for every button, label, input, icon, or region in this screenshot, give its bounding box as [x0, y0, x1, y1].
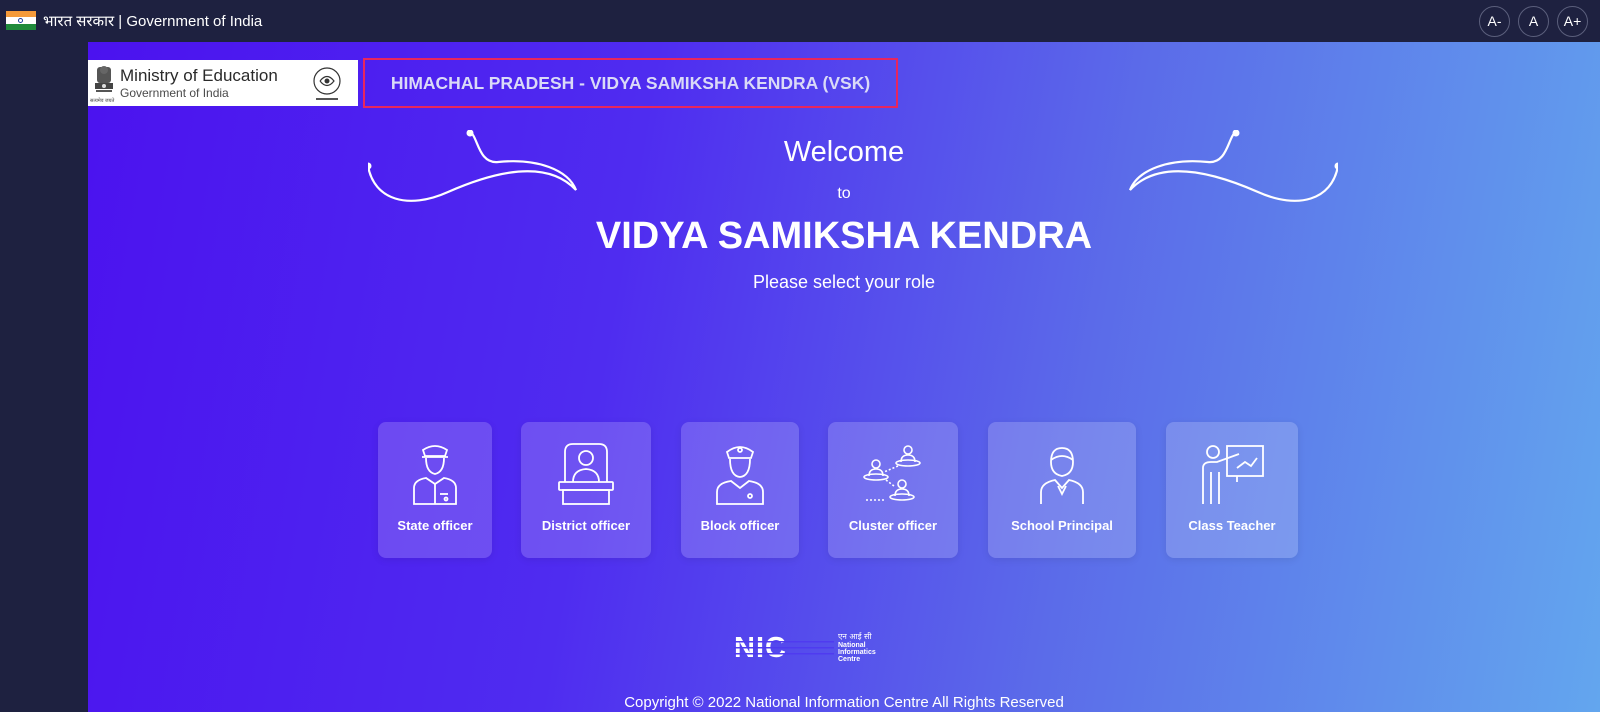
svg-text:National: National: [838, 642, 866, 649]
role-label: Block officer: [700, 518, 780, 533]
role-card-district-officer[interactable]: District officer: [521, 422, 651, 558]
emblem-caption: सत्यमेव जयते: [90, 98, 115, 104]
role-label: District officer: [541, 518, 631, 533]
role-label: Class Teacher: [1188, 518, 1276, 533]
role-label: School Principal: [1011, 518, 1113, 533]
vsk-title: VIDYA SAMIKSHA KENDRA: [595, 215, 1093, 257]
role-label: Cluster officer: [848, 518, 938, 533]
ministry-title: Ministry of Education: [120, 66, 278, 85]
state-vsk-title: HIMACHAL PRADESH - VIDYA SAMIKSHA KENDRA…: [363, 58, 898, 108]
main-panel: सत्यमेव जयते Ministry of Education Gover…: [88, 42, 1600, 712]
class-teacher-icon: [1202, 445, 1264, 504]
ncert-logo-icon: [313, 67, 341, 100]
font-increase-button[interactable]: A+: [1557, 6, 1588, 37]
role-card-school-principal[interactable]: School Principal: [988, 422, 1136, 558]
font-normal-button[interactable]: A: [1518, 6, 1549, 37]
copyright-text: Copyright © 2022 National Information Ce…: [624, 694, 1064, 711]
nic-logo: NIC एन आई सी National Informatics Centre: [734, 632, 876, 662]
cluster-officer-icon: [863, 445, 921, 501]
svg-text:Centre: Centre: [838, 656, 860, 662]
role-prompt: Please select your role: [752, 272, 936, 292]
national-emblem-icon: [95, 66, 113, 92]
welcome-heading: Welcome: [783, 136, 905, 168]
india-flag-icon: [6, 11, 36, 30]
role-card-block-officer[interactable]: Block officer: [681, 422, 799, 558]
role-label: State officer: [397, 518, 473, 533]
gov-label: भारत सरकार | Government of India: [43, 13, 263, 30]
state-officer-icon: [413, 445, 457, 505]
gov-topbar: भारत सरकार | Government of India A- A A+: [0, 0, 1600, 42]
font-decrease-button[interactable]: A-: [1479, 6, 1510, 37]
role-card-class-teacher[interactable]: Class Teacher: [1166, 422, 1298, 558]
ministry-subtitle: Government of India: [120, 86, 229, 100]
district-officer-icon: [558, 443, 614, 505]
role-card-state-officer[interactable]: State officer: [378, 422, 492, 558]
role-card-cluster-officer[interactable]: Cluster officer: [828, 422, 958, 558]
svg-text:Informatics: Informatics: [838, 649, 876, 656]
ministry-logo[interactable]: सत्यमेव जयते Ministry of Education Gover…: [88, 60, 358, 106]
font-size-controls: A- A A+: [1479, 6, 1588, 37]
block-officer-icon: [716, 446, 764, 505]
welcome-to: to: [837, 185, 851, 202]
school-principal-icon: [1040, 447, 1084, 504]
svg-text:एन आई सी: एन आई सी: [838, 632, 872, 641]
